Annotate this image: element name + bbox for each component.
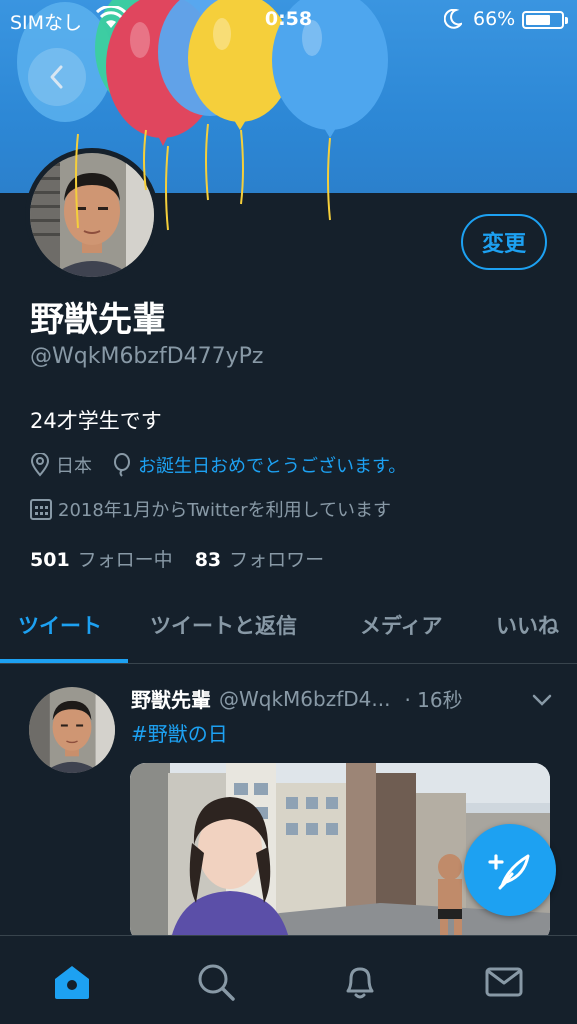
compose-tweet-button[interactable] <box>464 824 556 916</box>
chevron-down-icon[interactable] <box>532 692 552 711</box>
profile-screen: SIMなし 0:58 66% 変更 野獣先輩 @WqkM6bzfD477yPz … <box>0 0 577 1024</box>
bottom-navigation <box>0 935 577 1024</box>
tweet-avatar[interactable] <box>29 687 115 773</box>
search-icon <box>198 964 235 1001</box>
profile-tabs: ツイート ツイートと返信 メディア いいね <box>0 598 577 664</box>
edit-profile-button[interactable]: 変更 <box>461 214 547 270</box>
chevron-left-icon <box>50 65 63 89</box>
followers-label: フォロワー <box>229 549 325 571</box>
moon-icon <box>443 8 464 34</box>
tweet-timestamp: · 16秒 <box>404 688 463 712</box>
tab-tweets-and-replies[interactable]: ツイートと返信 <box>150 610 297 640</box>
profile-meta-joined: 2018年1月からTwitterを利用しています <box>30 494 391 524</box>
tweet-author-name[interactable]: 野獣先輩 <box>131 684 211 713</box>
profile-avatar[interactable] <box>25 148 159 282</box>
tab-tweets[interactable]: ツイート <box>18 610 102 640</box>
tweet-header: 野獣先輩 @WqkM6bzfD4... · 16秒 <box>131 684 463 713</box>
profile-display-name: 野獣先輩 <box>30 300 166 340</box>
location-pin-icon <box>30 453 50 477</box>
tweet-author-handle[interactable]: @WqkM6bzfD4... <box>219 687 390 711</box>
nav-messages[interactable] <box>482 960 526 1004</box>
nav-home[interactable] <box>50 960 94 1004</box>
following-link[interactable]: 501 フォロー中 <box>30 545 173 572</box>
battery-icon <box>522 11 568 29</box>
profile-location: 日本 <box>56 456 92 477</box>
profile-bio: 24才学生です <box>30 409 162 433</box>
profile-handle: @WqkM6bzfD477yPz <box>30 344 264 369</box>
nav-search[interactable] <box>194 960 238 1004</box>
notifications-bell-icon <box>346 967 374 999</box>
battery-percent: 66% <box>473 8 516 30</box>
tweet-hashtag[interactable]: #野獣の日 <box>131 718 228 747</box>
tab-likes[interactable]: いいね <box>496 610 559 640</box>
messages-mail-icon <box>485 967 523 997</box>
follow-stats: 501 フォロー中 83 フォロワー <box>30 545 324 572</box>
status-bar: SIMなし 0:58 66% <box>0 0 577 38</box>
calendar-icon <box>30 498 52 520</box>
following-count: 501 <box>30 549 70 571</box>
birthday-message[interactable]: お誕生日おめでとうございます。 <box>138 452 406 478</box>
tab-media[interactable]: メディア <box>360 610 443 640</box>
profile-joined-date: 2018年1月からTwitterを利用しています <box>58 500 392 521</box>
profile-meta-location-birthday: 日本 お誕生日おめでとうございます。 <box>30 450 406 480</box>
followers-link[interactable]: 83 フォロワー <box>195 545 324 572</box>
nav-notifications[interactable] <box>338 960 382 1004</box>
balloon-icon <box>112 453 132 477</box>
compose-feather-icon <box>488 854 530 890</box>
following-label: フォロー中 <box>77 549 173 571</box>
back-button[interactable] <box>28 48 86 106</box>
active-tab-indicator <box>0 659 128 663</box>
followers-count: 83 <box>194 549 222 571</box>
home-icon <box>55 966 89 999</box>
